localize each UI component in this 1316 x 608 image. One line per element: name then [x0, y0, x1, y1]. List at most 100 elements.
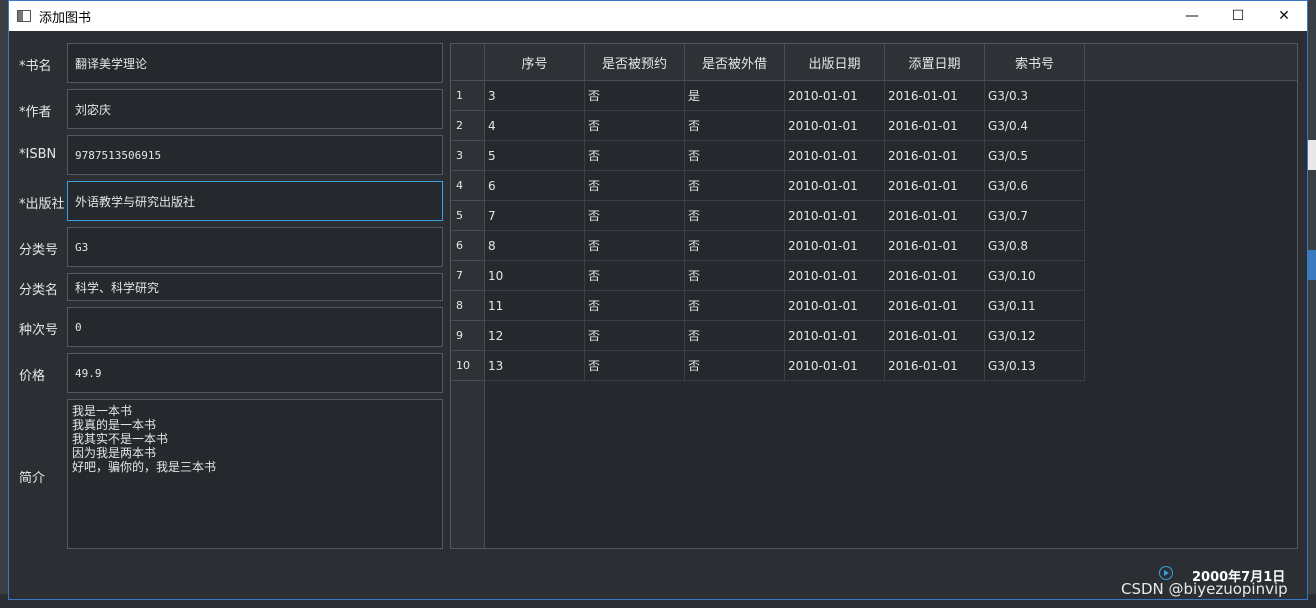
table-cell[interactable]: 否	[585, 171, 685, 201]
row-header[interactable]: 10	[451, 351, 485, 381]
table-cell[interactable]: 2016-01-01	[885, 171, 985, 201]
title-input[interactable]: 翻译美学理论	[67, 43, 443, 83]
table-cell[interactable]: 2010-01-01	[785, 201, 885, 231]
table-cell[interactable]: 否	[585, 81, 685, 111]
table-cell[interactable]: G3/0.13	[985, 351, 1085, 381]
table-row[interactable]: 12 否否 2010-01-01 2016-01-01 G3/0.12	[485, 321, 1085, 351]
table-cell[interactable]: 8	[485, 231, 585, 261]
table-row[interactable]: 13 否否 2010-01-01 2016-01-01 G3/0.13	[485, 351, 1085, 381]
row-header[interactable]: 4	[451, 171, 485, 201]
close-button[interactable]: ✕	[1261, 1, 1307, 31]
table-cell[interactable]: 2010-01-01	[785, 111, 885, 141]
table-cell[interactable]: 2016-01-01	[885, 231, 985, 261]
table-cell[interactable]: 3	[485, 81, 585, 111]
table-cell[interactable]: 2010-01-01	[785, 231, 885, 261]
table-cell[interactable]: 2010-01-01	[785, 141, 885, 171]
minimize-button[interactable]: —	[1169, 1, 1215, 31]
table-cell[interactable]: 2016-01-01	[885, 201, 985, 231]
table-cell[interactable]: 否	[685, 261, 785, 291]
table-cell[interactable]: G3/0.8	[985, 231, 1085, 261]
table-cell[interactable]: 2016-01-01	[885, 261, 985, 291]
row-header[interactable]: 1	[451, 81, 485, 111]
table-cell[interactable]: 否	[685, 231, 785, 261]
table-cell[interactable]: 否	[585, 291, 685, 321]
seq-number-input[interactable]: 0	[67, 307, 443, 347]
table-cell[interactable]: 否	[685, 141, 785, 171]
category-name-input[interactable]: 科学、科学研究	[67, 273, 443, 301]
row-header[interactable]: 5	[451, 201, 485, 231]
table-cell[interactable]: G3/0.4	[985, 111, 1085, 141]
table-row[interactable]: 8 否否 2010-01-01 2016-01-01 G3/0.8	[485, 231, 1085, 261]
intro-textarea[interactable]: 我是一本书 我真的是一本书 我其实不是一本书 因为我是两本书 好吧，骗你的，我是…	[67, 399, 443, 549]
table-cell[interactable]: 4	[485, 111, 585, 141]
table-cell[interactable]: 2016-01-01	[885, 351, 985, 381]
table-cell[interactable]: 否	[685, 201, 785, 231]
table-cell[interactable]: 13	[485, 351, 585, 381]
row-header[interactable]: 8	[451, 291, 485, 321]
column-header[interactable]: 添置日期	[885, 44, 985, 81]
table-cell[interactable]: 2010-01-01	[785, 321, 885, 351]
table-cell[interactable]: 2010-01-01	[785, 171, 885, 201]
table-cell[interactable]: G3/0.12	[985, 321, 1085, 351]
column-header[interactable]: 是否被外借	[685, 44, 785, 81]
category-code-input[interactable]: G3	[67, 227, 443, 267]
table-cell[interactable]: G3/0.7	[985, 201, 1085, 231]
table-cell[interactable]: 否	[685, 291, 785, 321]
table-row[interactable]: 7 否否 2010-01-01 2016-01-01 G3/0.7	[485, 201, 1085, 231]
table-cell[interactable]: 2016-01-01	[885, 81, 985, 111]
table-cell[interactable]: 2010-01-01	[785, 351, 885, 381]
table-row[interactable]: 11 否否 2010-01-01 2016-01-01 G3/0.11	[485, 291, 1085, 321]
row-header[interactable]: 2	[451, 111, 485, 141]
table-cell[interactable]: 2016-01-01	[885, 111, 985, 141]
title-bar[interactable]: 添加图书 — ☐ ✕	[9, 1, 1307, 31]
table-cell[interactable]: 11	[485, 291, 585, 321]
table-row[interactable]: 10 否否 2010-01-01 2016-01-01 G3/0.10	[485, 261, 1085, 291]
table-cell[interactable]: 6	[485, 171, 585, 201]
table-cell[interactable]: 12	[485, 321, 585, 351]
column-header[interactable]: 索书号	[985, 44, 1085, 81]
table-cell[interactable]: 否	[585, 321, 685, 351]
table-cell[interactable]: 否	[585, 201, 685, 231]
table-row[interactable]: 5 否否 2010-01-01 2016-01-01 G3/0.5	[485, 141, 1085, 171]
table-cell[interactable]: 2010-01-01	[785, 291, 885, 321]
row-header[interactable]: 9	[451, 321, 485, 351]
table-cell[interactable]: G3/0.3	[985, 81, 1085, 111]
table-cell[interactable]: 否	[685, 171, 785, 201]
table-cell[interactable]: 否	[585, 351, 685, 381]
isbn-input[interactable]: 9787513506915	[67, 135, 443, 175]
table-cell[interactable]: 10	[485, 261, 585, 291]
table-cell[interactable]: 否	[685, 321, 785, 351]
table-cell[interactable]: 否	[585, 141, 685, 171]
table-cell[interactable]: 否	[585, 111, 685, 141]
table-cell[interactable]: 2010-01-01	[785, 81, 885, 111]
table-cell[interactable]: G3/0.11	[985, 291, 1085, 321]
table-cell[interactable]: 否	[685, 351, 785, 381]
publisher-input[interactable]: 外语教学与研究出版社	[67, 181, 443, 221]
row-header[interactable]: 3	[451, 141, 485, 171]
table-cell[interactable]: 2016-01-01	[885, 291, 985, 321]
table-row[interactable]: 3 否是 2010-01-01 2016-01-01 G3/0.3	[485, 81, 1085, 111]
column-header[interactable]: 序号	[485, 44, 585, 81]
table-cell[interactable]: 否	[585, 231, 685, 261]
price-input[interactable]: 49.9	[67, 353, 443, 393]
table-cell[interactable]: G3/0.6	[985, 171, 1085, 201]
table-corner[interactable]	[451, 44, 485, 81]
table-cell[interactable]: 2010-01-01	[785, 261, 885, 291]
maximize-button[interactable]: ☐	[1215, 1, 1261, 31]
table-cell[interactable]: 2016-01-01	[885, 321, 985, 351]
table-cell[interactable]: G3/0.10	[985, 261, 1085, 291]
table-cell[interactable]: 否	[585, 261, 685, 291]
play-icon[interactable]	[1159, 566, 1173, 580]
column-header[interactable]: 是否被预约	[585, 44, 685, 81]
table-cell[interactable]: 2016-01-01	[885, 141, 985, 171]
table-cell[interactable]: G3/0.5	[985, 141, 1085, 171]
table-row[interactable]: 6 否否 2010-01-01 2016-01-01 G3/0.6	[485, 171, 1085, 201]
table-cell[interactable]: 是	[685, 81, 785, 111]
table-cell[interactable]: 5	[485, 141, 585, 171]
author-input[interactable]: 刘宓庆	[67, 89, 443, 129]
table-row[interactable]: 4 否否 2010-01-01 2016-01-01 G3/0.4	[485, 111, 1085, 141]
row-header[interactable]: 6	[451, 231, 485, 261]
column-header[interactable]: 出版日期	[785, 44, 885, 81]
table-cell[interactable]: 7	[485, 201, 585, 231]
table-cell[interactable]: 否	[685, 111, 785, 141]
